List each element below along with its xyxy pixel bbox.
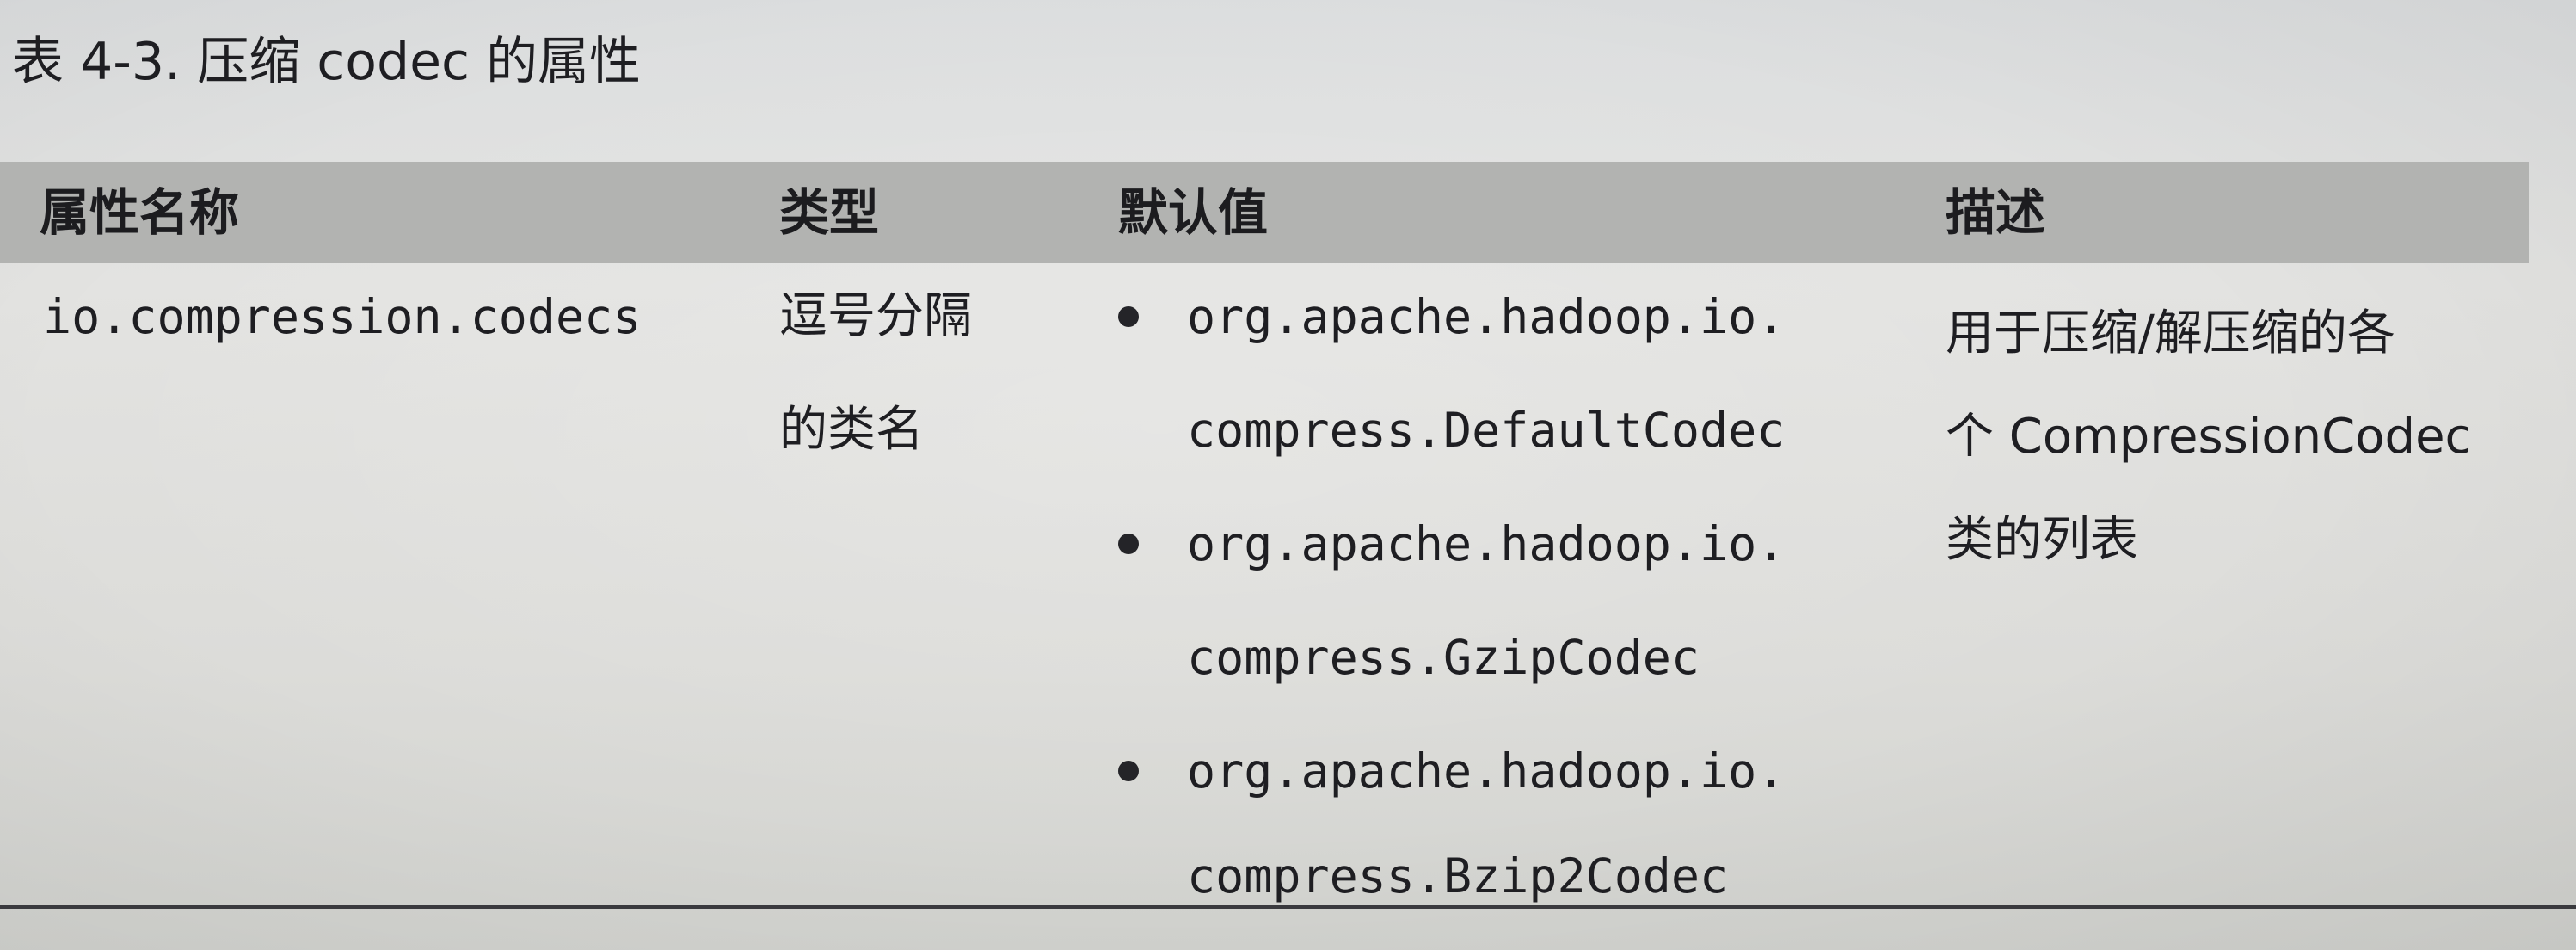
cell-description-line-3: 类的列表 <box>1946 512 2138 568</box>
header-default-value: 默认值 <box>1118 183 1269 242</box>
default-value-item: org.apache.hadoop.io. compress.GzipCodec <box>1118 487 1892 714</box>
default-value-line-2: compress.Bzip2Codec <box>1187 848 1729 904</box>
bullet-icon <box>1118 534 1139 554</box>
table-caption: 表 4-3. 压缩 codec 的属性 <box>12 32 642 92</box>
cell-description-line-2: 个 CompressionCodec <box>1946 409 2472 465</box>
table-bottom-rule <box>0 905 2576 909</box>
cell-type-line-1: 逗号分隔 <box>779 288 972 344</box>
default-value-item: org.apache.hadoop.io. compress.DefaultCo… <box>1118 260 1892 487</box>
page: { "caption": "表 4-3. 压缩 codec 的属性", "tab… <box>0 0 2576 950</box>
cell-property-name: io.compression.codecs <box>43 289 642 344</box>
header-property-name: 属性名称 <box>40 183 240 242</box>
default-value-line-2: compress.DefaultCodec <box>1187 403 1786 458</box>
default-value-line-1: org.apache.hadoop.io. <box>1187 516 1786 571</box>
cell-description-line-1: 用于压缩/解压缩的各 <box>1946 305 2395 361</box>
bullet-icon <box>1118 761 1139 781</box>
header-type: 类型 <box>779 183 880 242</box>
default-value-line-1: org.apache.hadoop.io. <box>1187 289 1786 344</box>
bullet-icon <box>1118 306 1139 327</box>
default-value-line-2: compress.GzipCodec <box>1187 630 1700 685</box>
header-description: 描述 <box>1946 183 2046 242</box>
cell-type-line-2: 的类名 <box>779 402 924 458</box>
default-value-line-1: org.apache.hadoop.io. <box>1187 743 1786 799</box>
